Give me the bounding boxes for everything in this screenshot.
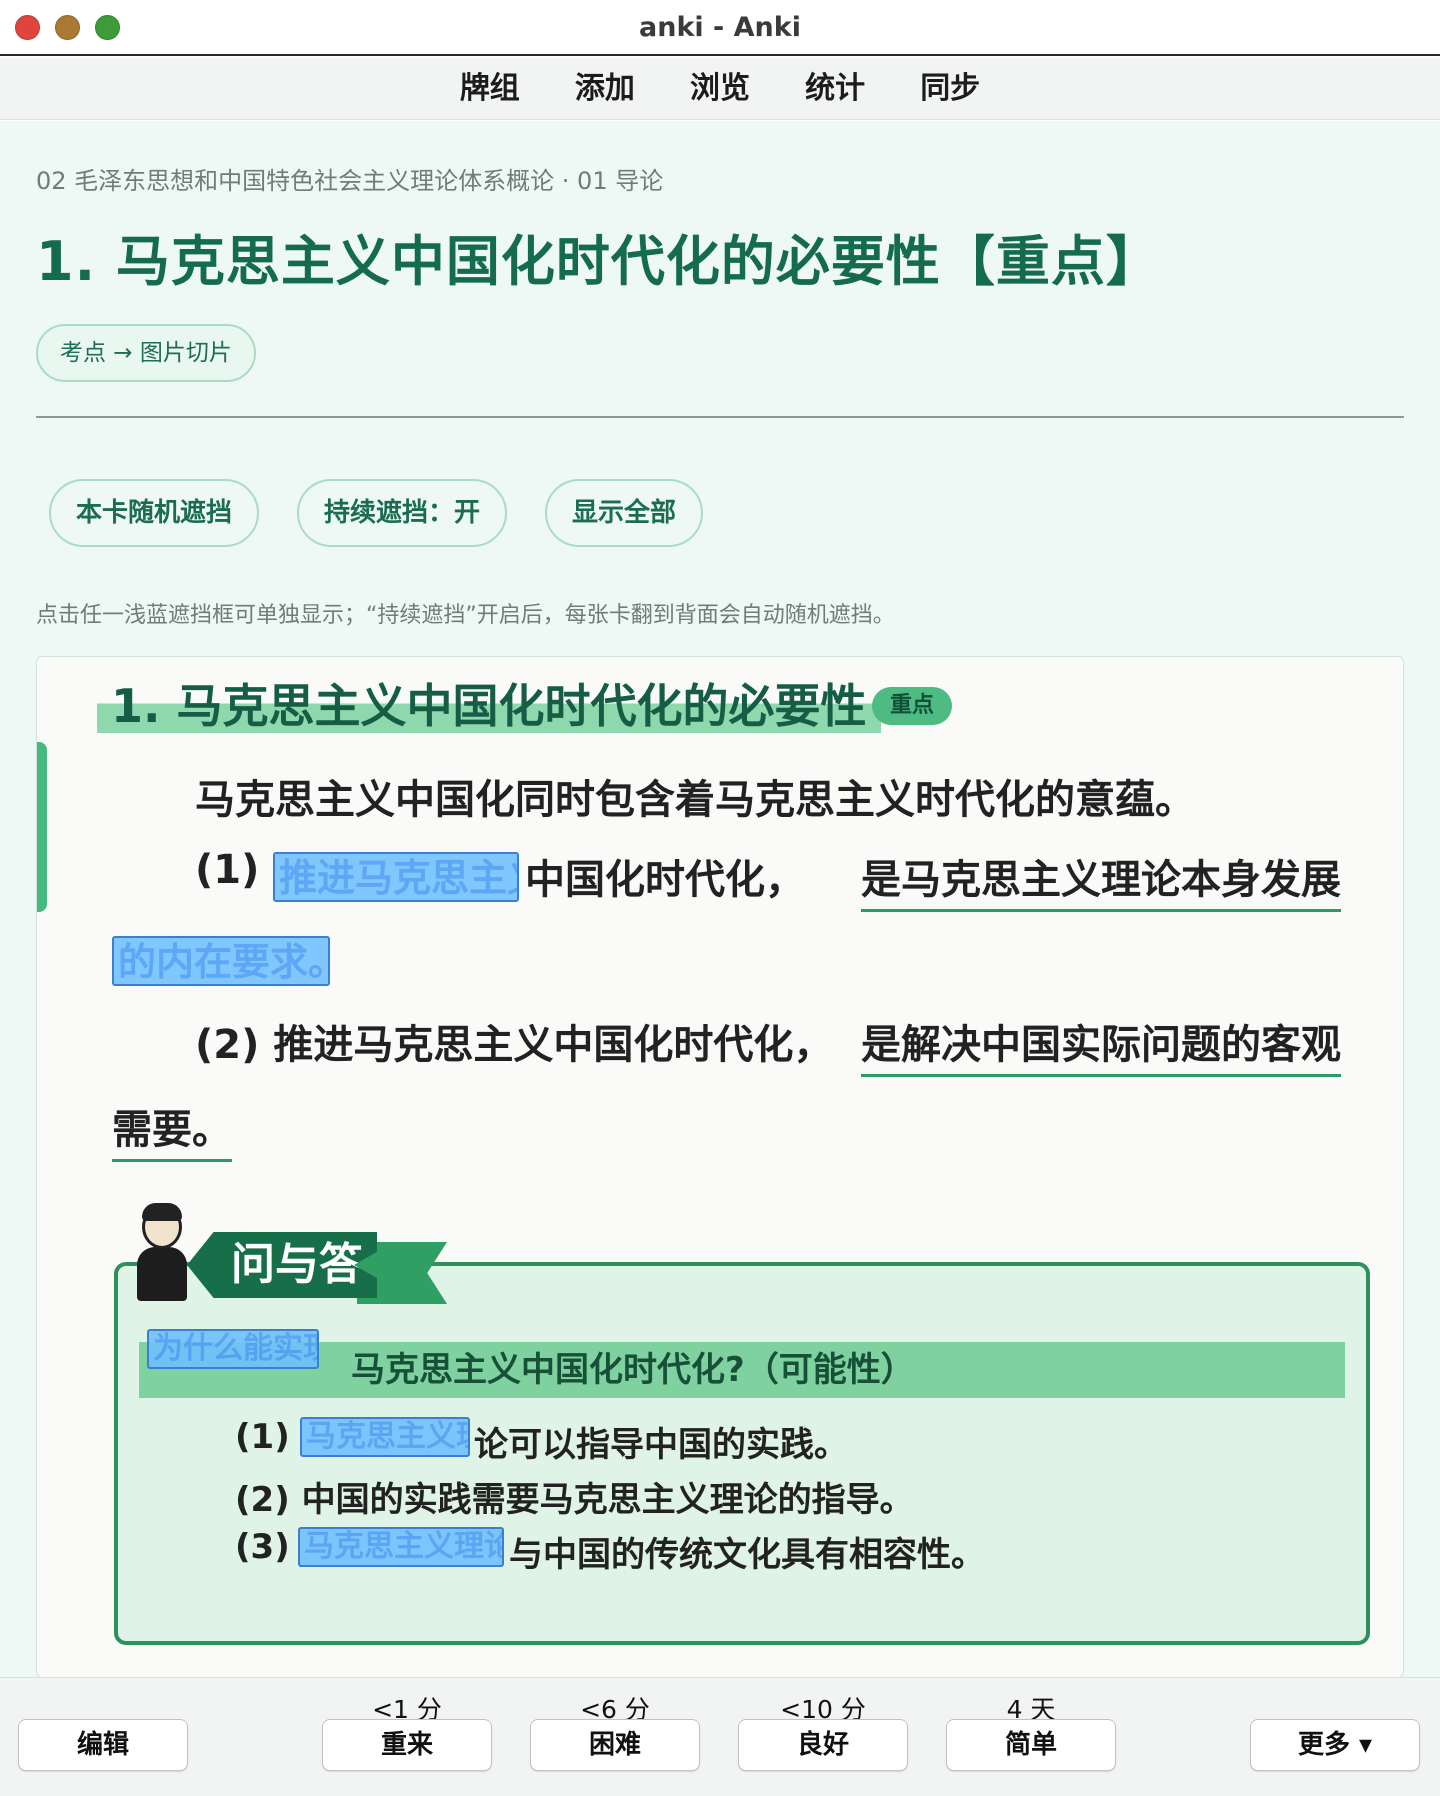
qa-line-3-number: (3) [235, 1527, 290, 1567]
window-title: anki - Anki [639, 12, 801, 43]
qa-question-bar: 马克思主义中国化时代化?（可能性） [139, 1342, 1345, 1398]
qa-ribbon: 问与答 [187, 1232, 377, 1298]
teacher-avatar-icon [133, 1203, 191, 1301]
toolbar-browse[interactable]: 浏览 [690, 58, 750, 120]
scanned-textbook-image: 1. 马克思主义中国化时代化的必要性 重点 马克思主义中国化同时包含着马克思主义… [37, 657, 1403, 1677]
image-occlusion-frame: 1. 马克思主义中国化时代化的必要性 重点 马克思主义中国化同时包含着马克思主义… [36, 656, 1404, 1678]
qa-line-2: (2) 中国的实践需要马克思主义理论的指导。 [235, 1480, 914, 1520]
persistent-mask-toggle[interactable]: 持续遮挡：开 [297, 479, 508, 547]
window-titlebar: anki - Anki [0, 0, 1440, 56]
scan-paragraph-3: (2) 推进马克思主义中国化时代化， [195, 1022, 834, 1068]
breadcrumb: 02 毛泽东思想和中国特色社会主义理论体系概论 · 01 导论 [36, 167, 664, 195]
scan-heading: 1. 马克思主义中国化时代化的必要性 [97, 679, 881, 733]
show-all-button[interactable]: 显示全部 [545, 479, 704, 547]
scan-paragraph-2-underlined: 是马克思主义理论本身发展 [861, 847, 1341, 912]
occlusion-mask-1[interactable]: 推进马克思主义 [273, 852, 519, 902]
occlusion-mask-4[interactable]: 马克思主义理 [300, 1417, 470, 1457]
qa-line-3-text: 与中国的传统文化具有相容性。 [509, 1535, 985, 1575]
scan-paragraph-2-number: (1) [195, 847, 260, 893]
toolbar-add[interactable]: 添加 [575, 58, 635, 120]
again-button[interactable]: 重来 [322, 1719, 492, 1771]
card-title: 1. 马克思主义中国化时代化的必要性【重点】 [36, 230, 1161, 293]
hard-button[interactable]: 困难 [530, 1719, 700, 1771]
scan-paragraph-2-text: 中国化时代化， [525, 857, 805, 903]
good-button[interactable]: 良好 [738, 1719, 908, 1771]
tag-pill: 考点 → 图片切片 [36, 324, 256, 382]
qa-line-1-text: 论可以指导中国的实践。 [474, 1425, 848, 1465]
key-point-badge: 重点 [872, 687, 952, 725]
easy-button[interactable]: 简单 [946, 1719, 1116, 1771]
occlusion-mask-3[interactable]: 为什么能实现 [147, 1329, 319, 1369]
more-menu-button[interactable]: 更多 ▾ [1250, 1719, 1420, 1771]
review-card: 02 毛泽东思想和中国特色社会主义理论体系概论 · 01 导论 1. 马克思主义… [0, 121, 1440, 1678]
edit-button[interactable]: 编辑 [18, 1719, 188, 1771]
qa-question-text: 马克思主义中国化时代化?（可能性） [351, 1350, 915, 1390]
divider [36, 416, 1404, 418]
toolbar-stats[interactable]: 统计 [805, 58, 865, 120]
main-toolbar: 牌组 添加 浏览 统计 同步 [0, 58, 1440, 120]
side-decoration [37, 742, 47, 912]
qa-line-1-number: (1) [235, 1417, 290, 1457]
scan-paragraph-3-continued: 需要。 [112, 1097, 232, 1162]
scan-paragraph-1: 马克思主义中国化同时包含着马克思主义时代化的意蕴。 [195, 777, 1195, 823]
toolbar-decks[interactable]: 牌组 [460, 58, 520, 120]
answer-bar: 编辑 <1 分 重来 <6 分 困难 <10 分 良好 4 天 简单 更多 ▾ [0, 1677, 1440, 1796]
scan-paragraph-3-underlined: 是解决中国实际问题的客观 [861, 1012, 1341, 1077]
occlusion-mask-5[interactable]: 马克思主义理论 [298, 1527, 504, 1567]
toolbar-sync[interactable]: 同步 [920, 58, 980, 120]
hint-text: 点击任一浅蓝遮挡框可单独显示；“持续遮挡”开启后，每张卡翻到背面会自动随机遮挡。 [36, 603, 895, 628]
random-mask-button[interactable]: 本卡随机遮挡 [49, 479, 260, 547]
occlusion-mask-2[interactable]: 的内在要求。 [112, 936, 330, 986]
